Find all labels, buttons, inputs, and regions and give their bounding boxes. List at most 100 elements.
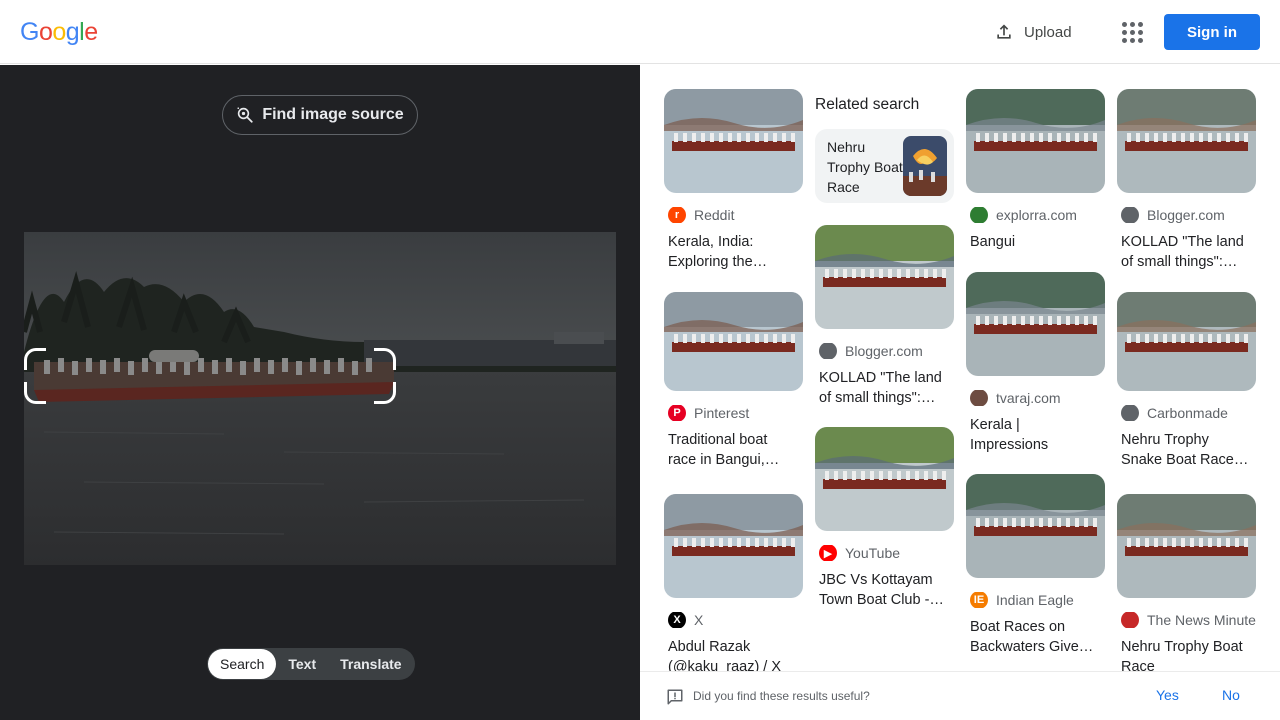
source-favicon-icon	[1121, 207, 1139, 223]
source-favicon-icon: r	[668, 207, 686, 223]
result-card[interactable]: tvaraj.com Kerala | Impressions	[966, 272, 1105, 455]
related-search-label: Nehru Trophy Boat Race	[827, 139, 903, 195]
result-source[interactable]: The News Minute	[1121, 612, 1256, 628]
result-thumbnail[interactable]	[815, 427, 954, 531]
result-source[interactable]: P Pinterest	[668, 405, 803, 421]
result-card[interactable]: P Pinterest Traditional boat race in Bangu…	[664, 292, 803, 470]
mode-tabs: Search Text Translate	[207, 648, 415, 680]
result-card[interactable]: Blogger.com KOLLAD "The land of small thi…	[815, 225, 954, 408]
result-thumbnail[interactable]	[966, 474, 1105, 578]
find-image-source-button[interactable]: Find image source	[222, 95, 418, 135]
visual-matches-panel: Related search Nehru Trophy Boat Race rR…	[640, 65, 1280, 671]
source-favicon-icon: P	[668, 405, 686, 421]
related-search-heading: Related search	[815, 96, 920, 113]
logo-letter: e	[84, 18, 98, 46]
result-thumbnail[interactable]	[1117, 494, 1256, 598]
source-favicon-icon	[970, 207, 988, 223]
crop-handle-bottom-left[interactable]	[24, 382, 46, 404]
source-favicon-icon: ▶	[819, 545, 837, 561]
result-source[interactable]: r Reddit	[668, 207, 803, 223]
result-thumbnail[interactable]	[966, 272, 1105, 376]
source-name: YouTube	[845, 545, 901, 561]
apps-grid-icon[interactable]	[1114, 14, 1150, 50]
crop-handle-top-right[interactable]	[374, 348, 396, 370]
logo-letter: o	[52, 18, 66, 46]
result-source[interactable]: explorra.com	[970, 207, 1105, 223]
tab-search[interactable]: Search	[208, 649, 277, 679]
result-title[interactable]: JBC Vs Kottayam Town Boat Club - Race	[819, 570, 950, 610]
related-search-thumbnail	[903, 136, 947, 196]
upload-icon	[997, 24, 1011, 39]
source-favicon-icon: IE	[970, 592, 988, 608]
source-favicon-icon	[970, 390, 988, 406]
result-title[interactable]: Kerala, India: Exploring the Traditions	[668, 232, 799, 272]
crop-selection-box[interactable]	[24, 348, 396, 404]
source-name: tvaraj.com	[996, 390, 1061, 406]
result-source[interactable]: Blogger.com	[1121, 207, 1256, 223]
feedback-no-button[interactable]: No	[1222, 687, 1240, 703]
result-card[interactable]: Carbonmade Nehru Trophy Snake Boat Race K…	[1117, 292, 1256, 470]
source-favicon-icon	[819, 343, 837, 359]
query-image-panel: Find image source Search Text Translate	[0, 65, 640, 720]
result-source[interactable]: Blogger.com	[819, 343, 954, 359]
result-card[interactable]: IE Indian Eagle Boat Races on Backwaters G…	[966, 474, 1105, 657]
tab-text[interactable]: Text	[276, 649, 328, 679]
result-title[interactable]: Boat Races on Backwaters Give Kerala	[970, 617, 1101, 657]
result-source[interactable]: ▶ YouTube	[819, 545, 954, 561]
result-source[interactable]: tvaraj.com	[970, 390, 1105, 406]
result-title[interactable]: Nehru Trophy Boat Race	[1121, 637, 1252, 671]
result-title[interactable]: Bangui	[970, 232, 1101, 272]
feedback-question: Did you find these results useful?	[693, 689, 870, 703]
upload-label: Upload	[1024, 23, 1072, 41]
find-image-source-label: Find image source	[262, 106, 404, 123]
result-card[interactable]: r Reddit Kerala, India: Exploring the Trad…	[664, 89, 803, 272]
upload-button[interactable]: Upload	[984, 12, 1082, 52]
source-name: Indian Eagle	[996, 592, 1074, 608]
logo-letter: g	[65, 18, 80, 46]
result-card[interactable]: Blogger.com KOLLAD "The land of small thi…	[1117, 89, 1256, 272]
source-name: X	[694, 612, 704, 628]
result-thumbnail[interactable]	[1117, 89, 1256, 193]
result-title[interactable]: KOLLAD "The land of small things": Boat	[819, 368, 950, 408]
crop-handle-bottom-right[interactable]	[374, 382, 396, 404]
source-name: explorra.com	[996, 207, 1077, 223]
feedback-icon	[667, 689, 683, 705]
result-source[interactable]: IE Indian Eagle	[970, 592, 1105, 608]
source-name: Carbonmade	[1147, 405, 1228, 421]
source-name: Blogger.com	[845, 343, 923, 359]
result-card[interactable]: explorra.com Bangui	[966, 89, 1105, 272]
source-favicon-icon	[1121, 405, 1139, 421]
source-name: The News Minute	[1147, 612, 1256, 628]
result-thumbnail[interactable]	[815, 225, 954, 329]
related-search-chip[interactable]: Nehru Trophy Boat Race	[815, 129, 954, 203]
crop-handle-top-left[interactable]	[24, 348, 46, 370]
result-thumbnail[interactable]	[664, 292, 803, 391]
result-title[interactable]: Nehru Trophy Snake Boat Race Kerala	[1121, 430, 1252, 470]
google-logo[interactable]: Google	[20, 18, 98, 47]
tab-translate[interactable]: Translate	[328, 649, 413, 679]
result-thumbnail[interactable]	[966, 89, 1105, 193]
sign-in-button[interactable]: Sign in	[1164, 14, 1260, 50]
result-title[interactable]: KOLLAD "The land of small things": Boat	[1121, 232, 1252, 272]
logo-letter: G	[20, 18, 39, 46]
source-name: Blogger.com	[1147, 207, 1225, 223]
feedback-yes-button[interactable]: Yes	[1156, 687, 1179, 703]
result-card[interactable]: ▶ YouTube JBC Vs Kottayam Town Boat Club -…	[815, 427, 954, 610]
result-source[interactable]: XX	[668, 612, 803, 628]
result-title[interactable]: Traditional boat race in Bangui, Kerala	[668, 430, 799, 470]
result-thumbnail[interactable]	[664, 89, 803, 193]
result-card[interactable]: X X Abdul Razak (@kaku_raaz) / X	[664, 494, 803, 671]
result-thumbnail[interactable]	[1117, 292, 1256, 391]
result-source[interactable]: Carbonmade	[1121, 405, 1256, 421]
source-favicon-icon	[1121, 612, 1139, 628]
result-title[interactable]: Abdul Razak (@kaku_raaz) / X	[668, 637, 799, 671]
source-favicon-icon: X	[668, 612, 686, 628]
result-card[interactable]: The News Minute Nehru Trophy Boat Race	[1117, 494, 1256, 671]
source-name: Pinterest	[694, 405, 750, 421]
result-thumbnail[interactable]	[664, 494, 803, 598]
feedback-bar: Did you find these results useful? Yes N…	[640, 671, 1280, 720]
source-name: Reddit	[694, 207, 735, 223]
lens-search-icon	[237, 107, 253, 123]
logo-letter: o	[38, 18, 53, 46]
result-title[interactable]: Kerala | Impressions	[970, 415, 1101, 455]
